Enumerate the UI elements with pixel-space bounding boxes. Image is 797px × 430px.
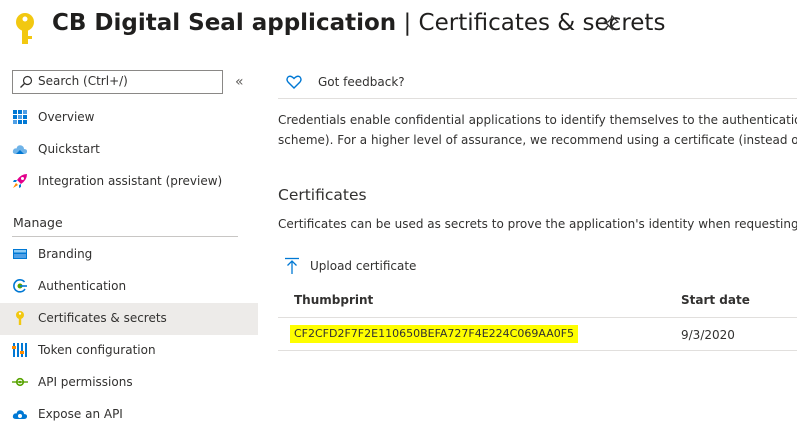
page-title: CB Digital Seal application | Certificat… bbox=[52, 7, 665, 39]
description-line: scheme). For a higher level of assurance… bbox=[278, 133, 797, 147]
feedback-label: Got feedback? bbox=[318, 75, 405, 89]
sidebar-item-label: Branding bbox=[38, 247, 93, 261]
main-content: Got feedback? Credentials enable confide… bbox=[270, 60, 797, 430]
title-separator: | bbox=[403, 10, 412, 36]
search-input[interactable]: Search (Ctrl+/) bbox=[12, 70, 223, 94]
sidebar-item-certificates-secrets[interactable]: Certificates & secrets bbox=[0, 303, 258, 335]
search-icon bbox=[20, 75, 33, 88]
sidebar: Search (Ctrl+/) « Overview Quickstart In… bbox=[0, 60, 258, 430]
sidebar-item-label: Certificates & secrets bbox=[38, 311, 167, 325]
credentials-description: Credentials enable confidential applicat… bbox=[278, 110, 797, 150]
page-name: Certificates & secrets bbox=[418, 10, 666, 36]
key-icon bbox=[16, 311, 24, 325]
sidebar-item-label: Overview bbox=[38, 110, 95, 124]
sidebar-item-integration-assistant[interactable]: Integration assistant (preview) bbox=[0, 166, 258, 198]
pin-icon[interactable] bbox=[602, 14, 620, 32]
authentication-icon bbox=[13, 279, 27, 293]
table-header-divider bbox=[278, 317, 797, 318]
thumbprint-value: CF2CFD2F7F2E110650BEFA727F4E224C069AA0F5 bbox=[290, 325, 579, 343]
sidebar-item-label: Expose an API bbox=[38, 407, 123, 421]
rocket-icon bbox=[13, 174, 27, 188]
sidebar-item-label: Token configuration bbox=[38, 343, 156, 357]
app-name: CB Digital Seal application bbox=[52, 10, 397, 36]
sidebar-item-api-permissions[interactable]: API permissions bbox=[0, 367, 258, 399]
branding-icon bbox=[13, 249, 27, 259]
upload-label: Upload certificate bbox=[310, 259, 417, 273]
sidebar-item-label: API permissions bbox=[38, 375, 133, 389]
cloud-expose-icon bbox=[12, 410, 28, 419]
certificates-description: Certificates can be used as secrets to p… bbox=[278, 217, 797, 231]
sidebar-item-quickstart[interactable]: Quickstart bbox=[0, 134, 258, 166]
upload-icon bbox=[285, 257, 299, 274]
collapse-sidebar-button[interactable]: « bbox=[235, 72, 249, 92]
toolbar-divider bbox=[278, 98, 797, 99]
sidebar-item-expose-an-api[interactable]: Expose an API bbox=[0, 399, 258, 430]
sidebar-item-token-configuration[interactable]: Token configuration bbox=[0, 335, 258, 367]
sidebar-item-label: Quickstart bbox=[38, 142, 100, 156]
token-bars-icon bbox=[12, 343, 27, 357]
sidebar-item-branding[interactable]: Branding bbox=[0, 239, 258, 271]
cloud-icon bbox=[12, 145, 28, 154]
column-header-thumbprint: Thumbprint bbox=[294, 293, 374, 307]
table-row-divider bbox=[278, 350, 797, 351]
heart-icon bbox=[286, 75, 302, 89]
sidebar-item-authentication[interactable]: Authentication bbox=[0, 271, 258, 303]
search-placeholder: Search (Ctrl+/) bbox=[38, 74, 128, 88]
section-divider bbox=[12, 236, 238, 237]
page-header: CB Digital Seal application | Certificat… bbox=[0, 0, 797, 52]
section-heading-manage: Manage bbox=[13, 215, 63, 230]
sidebar-item-overview[interactable]: Overview bbox=[0, 102, 258, 134]
certificates-heading: Certificates bbox=[278, 186, 367, 204]
key-icon bbox=[16, 13, 34, 44]
sidebar-item-label: Integration assistant (preview) bbox=[38, 174, 223, 188]
sidebar-item-label: Authentication bbox=[38, 279, 127, 293]
description-line: Credentials enable confidential applicat… bbox=[278, 113, 797, 127]
column-header-start-date: Start date bbox=[681, 293, 750, 307]
api-permissions-icon bbox=[12, 377, 28, 387]
start-date-value: 9/3/2020 bbox=[681, 328, 735, 342]
grid-icon bbox=[13, 110, 27, 124]
